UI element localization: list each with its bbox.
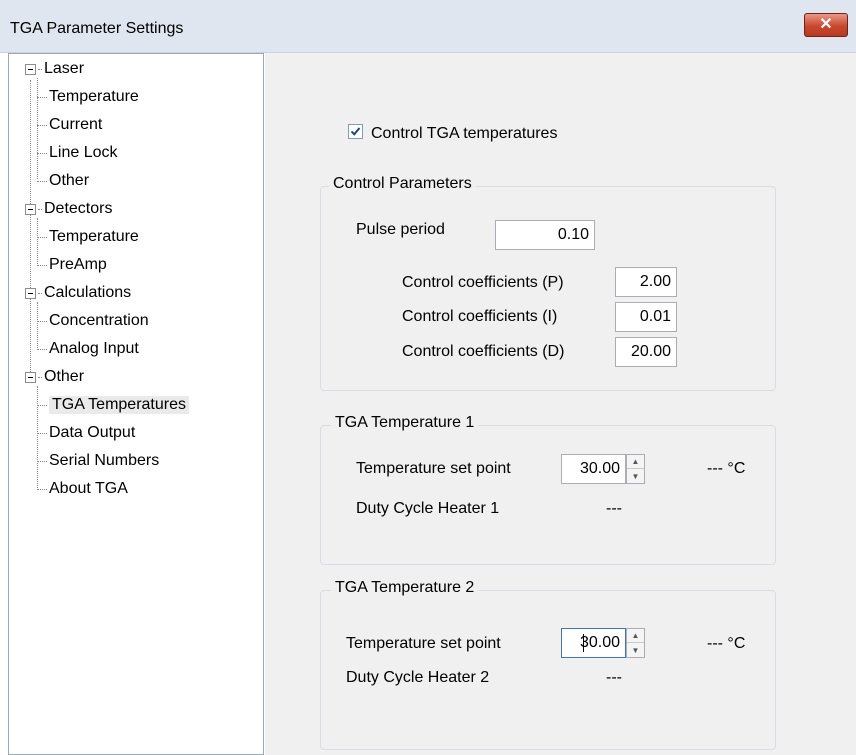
tree-item-tga-temperatures[interactable]: TGA Temperatures (37, 392, 189, 418)
tree-node-calculations[interactable]: Calculations (25, 280, 131, 306)
pulse-period-input[interactable]: 0.10 (495, 220, 595, 250)
tree-node-other[interactable]: Other (25, 364, 84, 390)
tree-item-laser-current[interactable]: Current (37, 112, 102, 138)
i-coefficient-input[interactable]: 0.01 (615, 302, 677, 332)
collapse-icon[interactable] (25, 63, 36, 75)
tree-item-label: Temperature (49, 88, 139, 105)
temp1-setpoint-label: Temperature set point (356, 460, 511, 477)
duty-cycle-1-value: --- (606, 500, 622, 517)
collapse-icon[interactable] (25, 371, 36, 383)
close-button[interactable]: ✕ (804, 13, 848, 37)
window-title: TGA Parameter Settings (10, 20, 184, 37)
tree-item-about-tga[interactable]: About TGA (37, 476, 128, 502)
duty-cycle-2-label: Duty Cycle Heater 2 (346, 669, 490, 686)
tree-node-label: Laser (44, 60, 85, 77)
group-legend: TGA Temperature 2 (331, 579, 479, 597)
tree-item-label: Serial Numbers (49, 452, 160, 469)
temp2-setpoint-stepper[interactable]: ▲ ▼ (626, 628, 645, 658)
temp1-reading: --- °C (707, 460, 746, 477)
duty-cycle-2-value: --- (606, 669, 622, 686)
tree-item-analog-input[interactable]: Analog Input (37, 336, 139, 362)
tree-node-laser[interactable]: Laser (25, 56, 84, 82)
tree-item-label-selected: TGA Temperatures (49, 396, 189, 414)
settings-panel: Control TGA temperatures Control Paramet… (265, 53, 856, 755)
tree-item-serial-numbers[interactable]: Serial Numbers (37, 448, 159, 474)
settings-tree: Laser Temperature Current Line Lock Othe… (8, 53, 264, 755)
tga-temperature-2-group: TGA Temperature 2 Temperature set point … (320, 579, 776, 750)
tree-item-label: Current (49, 116, 103, 133)
tree-item-label: Temperature (49, 228, 139, 245)
tree-node-label: Calculations (44, 284, 132, 301)
collapse-icon[interactable] (25, 203, 36, 215)
temp1-setpoint-input[interactable]: 30.00 (561, 454, 626, 484)
tree-item-label: PreAmp (49, 256, 107, 273)
checkmark-icon (350, 127, 361, 136)
text-caret (583, 634, 584, 652)
pulse-period-label: Pulse period (356, 221, 445, 238)
tree-node-label: Other (44, 368, 85, 385)
tree-item-label: Analog Input (49, 340, 139, 357)
tree-item-laser-other[interactable]: Other (37, 168, 89, 194)
temp2-setpoint-label: Temperature set point (346, 635, 501, 652)
title-bar: TGA Parameter Settings ✕ (0, 0, 856, 53)
tga-temperature-1-group: TGA Temperature 1 Temperature set point … (320, 414, 776, 565)
tree-item-detectors-preamp[interactable]: PreAmp (37, 252, 107, 278)
p-coefficient-input[interactable]: 2.00 (615, 267, 677, 297)
control-tga-checkbox[interactable] (348, 124, 363, 139)
group-legend: TGA Temperature 1 (331, 414, 479, 432)
control-parameters-group: Control Parameters Pulse period 0.10 Con… (320, 175, 776, 391)
tree-item-label: About TGA (49, 480, 128, 497)
tree-item-label: Concentration (49, 312, 149, 329)
tree-item-laser-temperature[interactable]: Temperature (37, 84, 139, 110)
temp2-setpoint-input[interactable]: 30.00 (561, 628, 626, 658)
tree-item-laser-line-lock[interactable]: Line Lock (37, 140, 118, 166)
duty-cycle-1-label: Duty Cycle Heater 1 (356, 500, 500, 517)
tree-node-detectors[interactable]: Detectors (25, 196, 112, 222)
tree-item-label: Other (49, 172, 90, 189)
spin-up-icon[interactable]: ▲ (627, 629, 644, 643)
tree-item-label: Line Lock (49, 144, 118, 161)
i-coefficient-label: Control coefficients (I) (402, 308, 558, 325)
d-coefficient-label: Control coefficients (D) (402, 343, 565, 360)
d-coefficient-input[interactable]: 20.00 (615, 337, 677, 367)
control-tga-label[interactable]: Control TGA temperatures (371, 125, 557, 143)
spin-down-icon[interactable]: ▼ (627, 469, 644, 483)
tree-connector (30, 80, 31, 372)
tree-item-data-output[interactable]: Data Output (37, 420, 135, 446)
tree-node-label: Detectors (44, 200, 113, 217)
tree-item-label: Data Output (49, 424, 136, 441)
p-coefficient-label: Control coefficients (P) (402, 274, 564, 291)
tree-item-concentration[interactable]: Concentration (37, 308, 149, 334)
temp2-reading: --- °C (707, 635, 746, 652)
tree-item-detectors-temperature[interactable]: Temperature (37, 224, 139, 250)
group-legend: Control Parameters (329, 175, 476, 193)
collapse-icon[interactable] (25, 287, 36, 299)
close-icon: ✕ (819, 16, 833, 33)
spin-up-icon[interactable]: ▲ (627, 455, 644, 469)
spin-down-icon[interactable]: ▼ (627, 643, 644, 657)
temp1-setpoint-stepper[interactable]: ▲ ▼ (626, 454, 645, 484)
